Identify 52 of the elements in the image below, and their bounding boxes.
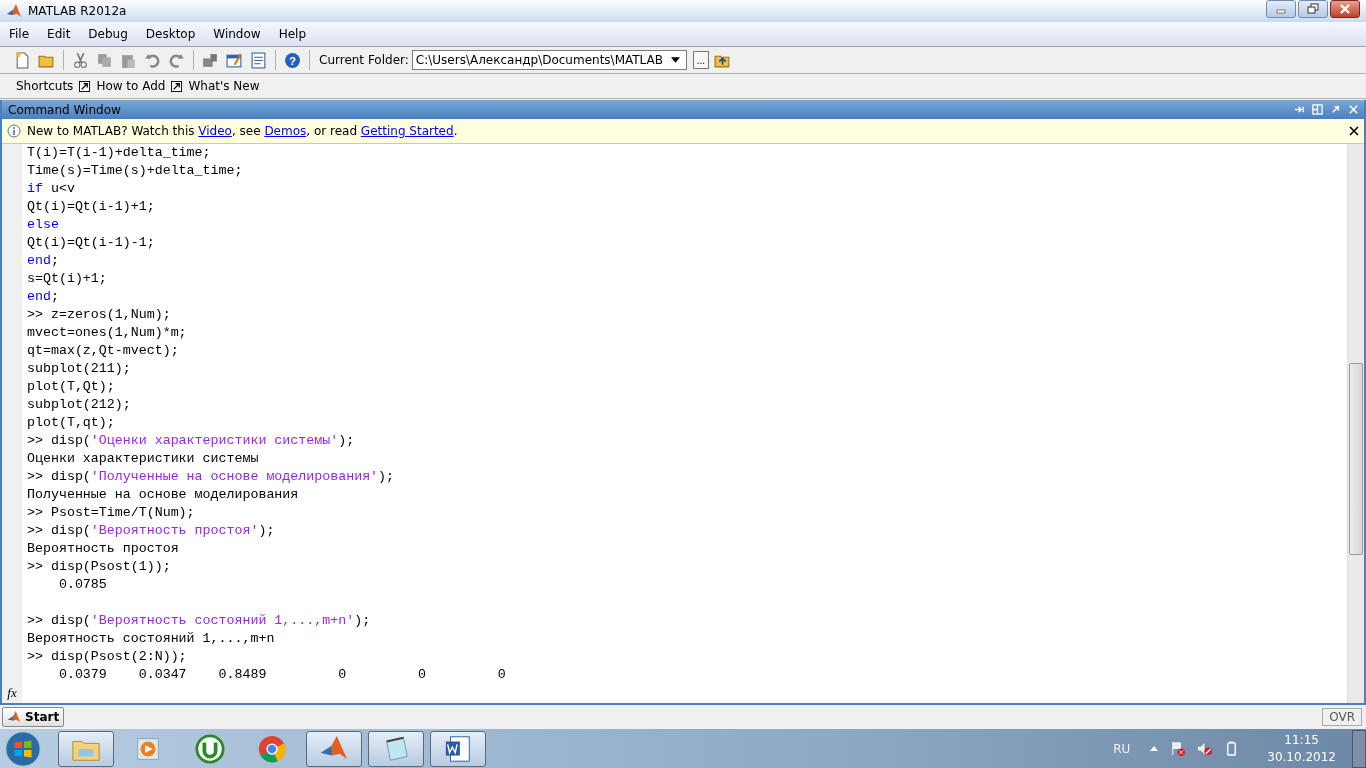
console-line: >> disp('Полученные на основе моделирования'); (27, 468, 395, 486)
console-line: >> disp(Psost(2:N)); (27, 648, 187, 666)
console-line: plot(T,Qt); (27, 378, 115, 396)
console-line: >> z=zeros(1,Num); (27, 306, 171, 324)
console-line: end; (27, 252, 59, 270)
shortcut-link[interactable]: What's New (188, 79, 260, 93)
console-line: subplot(211); (27, 360, 131, 378)
menu-item[interactable]: File (0, 27, 39, 41)
console-line: 0.0785 (57, 576, 107, 594)
console-line: Оценки характеристики системы (27, 450, 259, 468)
start-button[interactable]: Start (2, 707, 65, 727)
help-link[interactable]: Video (198, 124, 232, 138)
window-title: MATLAB R2012a (28, 4, 127, 18)
console-line: Qt(i)=Qt(i-1)-1; (27, 234, 155, 252)
clock-date[interactable]: 30.10.2012 (1267, 748, 1336, 766)
overwrite-mode-indicator: OVR (1322, 708, 1362, 726)
console-line: >> Psost=Time/T(Num); (27, 504, 195, 522)
menu-item[interactable]: Help (269, 27, 315, 41)
browse-button[interactable]: ... (692, 51, 709, 69)
console-line: 0.0379 0.0347 0.8489 0 0 0 (57, 666, 506, 684)
console-line: if u<v (27, 180, 75, 198)
console-line: Вероятность состояний 1,...,m+n (27, 630, 275, 648)
console-line: Time(s)=Time(s)+delta_time; (27, 162, 243, 180)
info-message: New to MATLAB? Watch this Video, see Demos, or read Getting Started. (27, 124, 458, 138)
shortcut-link[interactable]: How to Add (96, 79, 166, 93)
clock-time[interactable]: 11:15 (1284, 731, 1319, 749)
console-line: end; (27, 288, 59, 306)
console-line: >> disp('Вероятность простоя'); (27, 522, 275, 540)
console-line: subplot(212); (27, 396, 131, 414)
console-line: >> disp('Оценки характеристики системы'); (27, 432, 355, 450)
console-line: Qt(i)=Qt(i-1)+1; (27, 198, 155, 216)
console-line: >> disp('Вероятность состояний 1,...,m+n'); (27, 612, 371, 630)
console-line: s=Qt(i)+1; (27, 270, 107, 288)
menu-item[interactable]: Debug (79, 27, 137, 41)
console-line: plot(T,qt); (27, 414, 115, 432)
menu-item[interactable]: Window (204, 27, 270, 41)
menu-item[interactable]: Desktop (136, 27, 205, 41)
function-browser-icon[interactable]: fx (7, 685, 17, 701)
console-line: T(i)=T(i-1)+delta_time; (27, 144, 211, 162)
console-line: mvect=ones(1,Num)*m; (27, 324, 187, 342)
help-link[interactable]: Getting Started (360, 124, 454, 138)
panel-title: Command Window (8, 102, 121, 117)
shortcuts-label: Shortcuts (16, 79, 74, 93)
menu-item[interactable]: Edit (38, 27, 80, 41)
current-folder-dropdown[interactable]: C:\Users\Александр\Documents\MATLAB (411, 50, 687, 70)
help-icon[interactable]: ? (284, 51, 301, 69)
console-line: >> disp(Psost(1)); (27, 558, 171, 576)
console-line: else (27, 216, 59, 234)
console-line: Вероятность простоя (27, 540, 179, 558)
current-folder-label: Current Folder: (319, 53, 409, 67)
console-line: qt=max(z,Qt-mvect); (27, 342, 179, 360)
console-line: Полученные на основе моделирования (27, 486, 299, 504)
